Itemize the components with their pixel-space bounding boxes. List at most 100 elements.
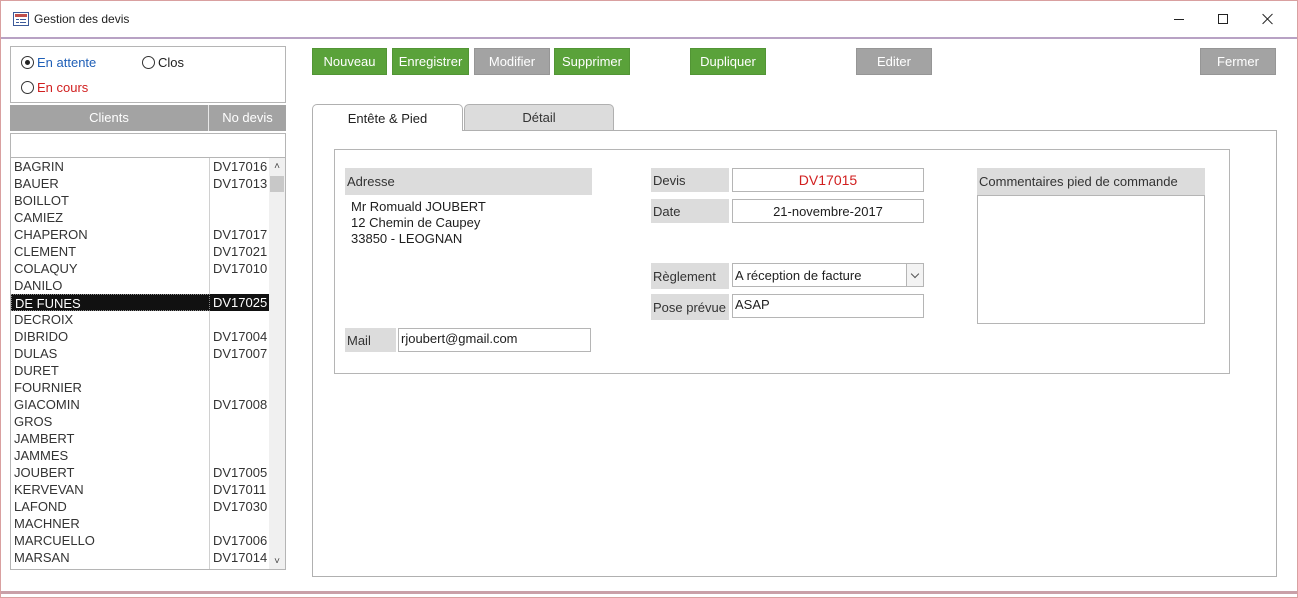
client-list-header: Clients No devis — [10, 105, 286, 131]
filter-en-attente-label: En attente — [37, 55, 97, 70]
client-row[interactable]: DULAS DV17007 — [11, 345, 269, 362]
client-rows: BAGRIN DV17016 BAUER DV17013 BOILLOT CAMIEZ CH… — [11, 158, 269, 566]
modifier-button[interactable]: Modifier — [474, 48, 550, 75]
client-row[interactable]: CLEMENT DV17021 — [11, 243, 269, 260]
mail-label: Mail — [345, 328, 396, 352]
scroll-thumb[interactable] — [270, 176, 284, 192]
devis-label: Devis — [651, 168, 729, 192]
maximize-button[interactable] — [1200, 5, 1246, 33]
filter-clos[interactable]: Clos — [142, 55, 184, 70]
devis-number — [210, 192, 269, 209]
client-row[interactable]: DANILO — [11, 277, 269, 294]
client-row[interactable]: FOURNIER — [11, 379, 269, 396]
date-field[interactable]: 21-novembre-2017 — [732, 199, 924, 223]
devis-field[interactable]: DV17015 — [732, 168, 924, 192]
devis-number: DV17014 — [213, 550, 268, 565]
column-header-no-devis[interactable]: No devis — [209, 105, 286, 131]
bottom-border — [1, 591, 1297, 594]
client-row[interactable]: JAMMES — [11, 447, 269, 464]
client-row[interactable]: BAGRIN DV17016 — [11, 158, 269, 175]
client-search-input[interactable] — [11, 134, 285, 158]
commentaires-field[interactable] — [977, 195, 1205, 324]
devis-number — [210, 362, 269, 379]
client-name: DULAS — [14, 346, 58, 361]
client-name: MARCUELLO — [14, 533, 95, 548]
list-scrollbar[interactable]: ˄ ˅ — [269, 158, 285, 569]
pose-prevue-field[interactable]: ASAP — [732, 294, 924, 318]
title-divider — [1, 37, 1297, 39]
supprimer-button[interactable]: Supprimer — [554, 48, 630, 75]
adresse-label: Adresse — [345, 168, 592, 195]
devis-number: DV17008 — [213, 397, 268, 412]
client-name: CLEMENT — [14, 244, 77, 259]
client-row[interactable]: GROS — [11, 413, 269, 430]
client-name: DE FUNES — [11, 294, 210, 311]
devis-number — [210, 447, 269, 464]
column-header-clients[interactable]: Clients — [10, 105, 209, 131]
client-row[interactable]: CHAPERON DV17017 — [11, 226, 269, 243]
client-row[interactable]: DURET — [11, 362, 269, 379]
tab-entete-pied[interactable]: Entête & Pied — [312, 104, 463, 131]
devis-number — [210, 379, 269, 396]
filter-en-cours-label: En cours — [37, 80, 89, 95]
client-name: DANILO — [14, 278, 63, 293]
filter-en-attente[interactable]: En attente — [21, 55, 96, 70]
close-icon — [1262, 13, 1274, 25]
close-window-button[interactable] — [1245, 5, 1291, 33]
client-row[interactable]: MARCUELLO DV17006 — [11, 532, 269, 549]
window-title: Gestion des devis — [34, 12, 130, 26]
client-row[interactable]: COLAQUY DV17010 — [11, 260, 269, 277]
minimize-button[interactable] — [1156, 5, 1202, 33]
devis-number — [210, 209, 269, 226]
reglement-value: A réception de facture — [735, 267, 862, 283]
nouveau-button[interactable]: Nouveau — [312, 48, 387, 75]
scroll-up-icon[interactable]: ˄ — [269, 158, 285, 174]
client-name: BAGRIN — [14, 159, 64, 174]
client-name: BOILLOT — [14, 193, 69, 208]
client-name: LAFOND — [14, 499, 67, 514]
devis-number — [210, 515, 269, 532]
client-row[interactable]: DE FUNES DV17025 — [11, 294, 269, 311]
client-row[interactable]: BAUER DV17013 — [11, 175, 269, 192]
client-row[interactable]: CAMIEZ — [11, 209, 269, 226]
devis-number — [210, 413, 269, 430]
client-row[interactable]: JAMBERT — [11, 430, 269, 447]
mail-field[interactable]: rjoubert@gmail.com — [398, 328, 591, 352]
client-name: DURET — [14, 363, 59, 378]
minimize-icon — [1174, 18, 1184, 20]
chevron-down-icon — [910, 269, 920, 278]
client-row[interactable]: MACHNER — [11, 515, 269, 532]
dupliquer-button[interactable]: Dupliquer — [690, 48, 766, 75]
editer-button[interactable]: Editer — [856, 48, 932, 75]
devis-number: DV17010 — [213, 261, 268, 276]
filter-en-cours[interactable]: En cours — [21, 80, 88, 95]
client-name: GROS — [14, 414, 53, 429]
client-row[interactable]: KERVEVAN DV17011 — [11, 481, 269, 498]
scroll-down-icon[interactable]: ˅ — [269, 553, 285, 569]
client-row[interactable]: DECROIX — [11, 311, 269, 328]
enregistrer-button[interactable]: Enregistrer — [392, 48, 469, 75]
reglement-select[interactable]: A réception de facture — [732, 263, 924, 287]
client-row[interactable]: GIACOMIN DV17008 — [11, 396, 269, 413]
tab-detail[interactable]: Détail — [464, 104, 614, 130]
status-filter-group: En attente Clos En cours — [10, 46, 286, 103]
devis-number: DV17017 — [213, 227, 268, 242]
radio-unchecked-icon — [21, 81, 34, 94]
fermer-button[interactable]: Fermer — [1200, 48, 1276, 75]
radio-unchecked-icon — [142, 56, 155, 69]
dropdown-button[interactable] — [906, 264, 923, 286]
address-block: Mr Romuald JOUBERT 12 Chemin de Caupey 3… — [351, 199, 486, 247]
date-label: Date — [651, 199, 729, 223]
maximize-icon — [1218, 14, 1228, 24]
client-row[interactable]: DIBRIDO DV17004 — [11, 328, 269, 345]
devis-number: DV17011 — [213, 482, 267, 497]
client-row[interactable]: JOUBERT DV17005 — [11, 464, 269, 481]
client-row[interactable]: LAFOND DV17030 — [11, 498, 269, 515]
client-row[interactable]: BOILLOT — [11, 192, 269, 209]
address-line: 12 Chemin de Caupey — [351, 215, 481, 230]
client-name: KERVEVAN — [14, 482, 84, 497]
form-icon — [13, 12, 29, 26]
reglement-label: Règlement — [651, 263, 729, 289]
client-row[interactable]: MARSAN DV17014 — [11, 549, 269, 566]
devis-number: DV17016 — [213, 159, 268, 174]
